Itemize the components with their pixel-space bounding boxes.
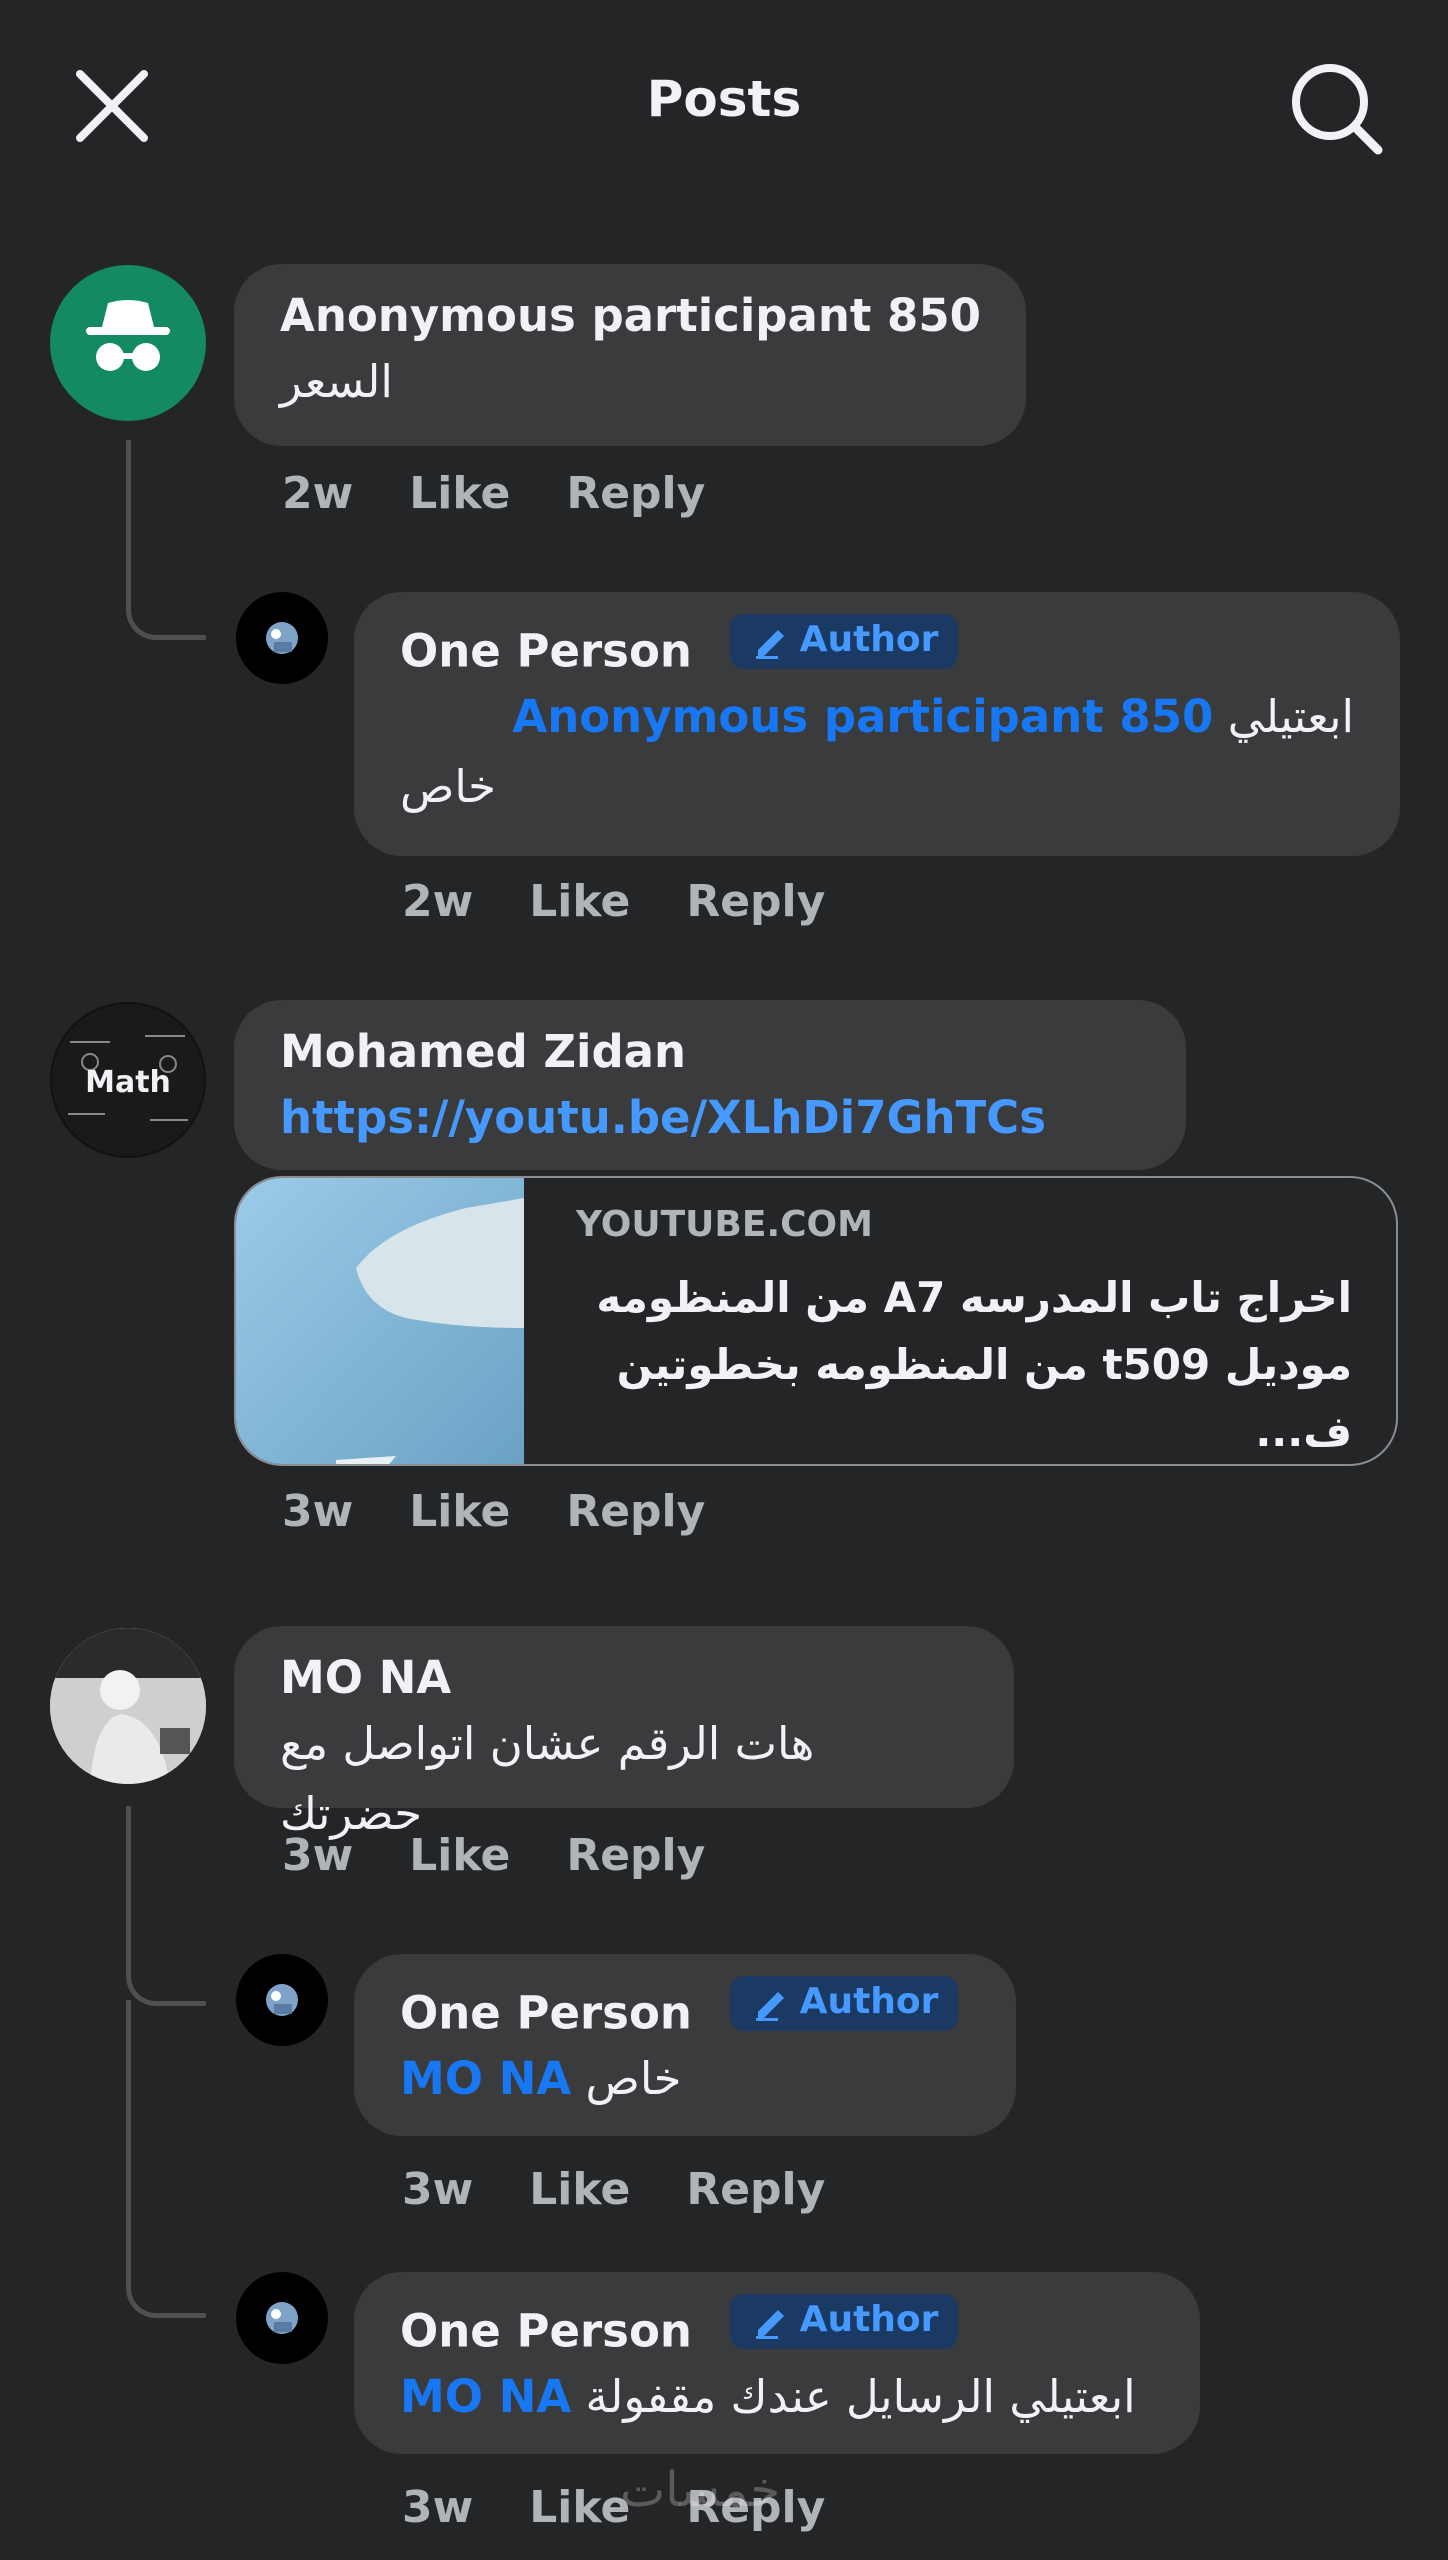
like-button[interactable]: Like bbox=[409, 1830, 510, 1881]
avatar-image bbox=[50, 1628, 206, 1784]
link-preview-title-line: اخراج تاب المدرسه A7 من المنظومه bbox=[596, 1273, 1352, 1322]
like-button[interactable]: Like bbox=[529, 2482, 630, 2533]
search-button[interactable] bbox=[1286, 58, 1386, 158]
reply-button[interactable]: Reply bbox=[686, 2164, 825, 2215]
thread-line bbox=[126, 440, 206, 640]
avatar[interactable] bbox=[236, 1954, 328, 2046]
comment-author[interactable]: Anonymous participant 850 bbox=[280, 286, 981, 347]
link-preview-title: اخراج تاب المدرسه A7 من المنظومه موديل t… bbox=[556, 1264, 1352, 1464]
link-preview-thumbnail bbox=[236, 1178, 524, 1464]
watermark: خمسات bbox=[620, 2462, 781, 2518]
pencil-icon bbox=[755, 2310, 784, 2340]
author-badge: Author bbox=[729, 614, 959, 669]
comment-text-line: ابعتيلي bbox=[1227, 690, 1354, 744]
comment-bubble: MO NA هات الرقم عشان اتواصل مع حضرتك bbox=[234, 1626, 1014, 1840]
timestamp[interactable]: 2w bbox=[282, 468, 353, 519]
pencil-icon bbox=[755, 630, 784, 660]
comment-actions: 2w Like Reply bbox=[402, 876, 825, 927]
author-badge-label: Author bbox=[799, 1981, 939, 2022]
comment-text: ابعتيلي Anonymous participant 850 bbox=[400, 682, 1354, 752]
pencil-icon bbox=[755, 1992, 784, 2022]
thread-line bbox=[126, 1806, 206, 2006]
posts-page: Posts Anonymous participant 850 السعر 2w… bbox=[0, 0, 1448, 2560]
avatar[interactable] bbox=[236, 592, 328, 684]
mention-link[interactable]: MO NA bbox=[400, 2370, 571, 2423]
comment-author[interactable]: MO NA bbox=[280, 1648, 968, 1709]
comment-author[interactable]: One Person bbox=[400, 1986, 692, 2039]
link-preview-title-line: موديل t509 من المنظومه بخطوتين ف... bbox=[616, 1340, 1352, 1457]
avatar[interactable]: Math bbox=[50, 1002, 206, 1158]
comment-text: هات الرقم عشان اتواصل مع حضرتك bbox=[280, 1716, 815, 1840]
comment-author[interactable]: One Person bbox=[400, 624, 692, 677]
comment-author[interactable]: One Person bbox=[400, 2304, 692, 2357]
reply-button[interactable]: Reply bbox=[566, 1486, 705, 1537]
comment-bubble: One Person Author ابعتيلي Anonymous part… bbox=[354, 592, 1400, 856]
comment-actions: 3w Like Reply bbox=[282, 1830, 705, 1881]
comment-text: MO NA ابعتيلي الرسايل عندك مقفولة bbox=[400, 2362, 1154, 2432]
timestamp[interactable]: 3w bbox=[282, 1486, 353, 1537]
comment-actions: 3w Like Reply bbox=[282, 1486, 705, 1537]
reply-button[interactable]: Reply bbox=[566, 468, 705, 519]
incognito-icon bbox=[86, 300, 170, 371]
comment-text-line: خاص bbox=[400, 759, 496, 813]
like-button[interactable]: Like bbox=[409, 468, 510, 519]
like-button[interactable]: Like bbox=[529, 876, 630, 927]
avatar-image bbox=[266, 2302, 298, 2334]
like-button[interactable]: Like bbox=[529, 2164, 630, 2215]
author-badge-label: Author bbox=[799, 2299, 939, 2340]
avatar[interactable] bbox=[50, 1628, 206, 1784]
timestamp[interactable]: 3w bbox=[402, 2164, 473, 2215]
comment-author[interactable]: Mohamed Zidan bbox=[280, 1022, 1140, 1083]
avatar-image bbox=[266, 622, 298, 654]
link-preview-card[interactable]: YOUTUBE.COM اخراج تاب المدرسه A7 من المن… bbox=[234, 1176, 1398, 1466]
timestamp[interactable]: 2w bbox=[402, 876, 473, 927]
comment-bubble: One Person Author MO NA ابعتيلي الرسايل … bbox=[354, 2272, 1200, 2454]
comment-text: MO NA خاص bbox=[400, 2044, 970, 2114]
like-button[interactable]: Like bbox=[409, 1486, 510, 1537]
top-bar: Posts bbox=[0, 0, 1448, 210]
author-badge: Author bbox=[729, 2294, 959, 2349]
author-badge-label: Author bbox=[799, 619, 939, 660]
avatar-label: Math bbox=[85, 1065, 171, 1100]
comment-bubble: One Person Author MO NA خاص bbox=[354, 1954, 1016, 2136]
avatar[interactable] bbox=[50, 265, 206, 421]
comment-text-line: خاص bbox=[585, 2052, 682, 2106]
thread-line bbox=[126, 2000, 206, 2318]
avatar-image: Math bbox=[52, 1004, 204, 1156]
search-icon bbox=[1292, 64, 1383, 155]
mention-link[interactable]: Anonymous participant 850 bbox=[512, 690, 1213, 743]
comment-text-line: ابعتيلي الرسايل عندك مقفولة bbox=[585, 2370, 1136, 2424]
comment-actions: 3w Like Reply bbox=[402, 2164, 825, 2215]
avatar[interactable] bbox=[236, 2272, 328, 2364]
reply-button[interactable]: Reply bbox=[566, 1830, 705, 1881]
mention-link[interactable]: MO NA bbox=[400, 2052, 571, 2105]
timestamp[interactable]: 3w bbox=[282, 1830, 353, 1881]
author-badge: Author bbox=[729, 1976, 959, 2031]
comment-bubble: Anonymous participant 850 السعر bbox=[234, 264, 1026, 446]
avatar-image bbox=[266, 1984, 298, 2016]
comment-text: السعر bbox=[280, 354, 393, 408]
comment-link[interactable]: https://youtu.be/XLhDi7GhTCs bbox=[280, 1083, 1140, 1153]
link-preview-domain: YOUTUBE.COM bbox=[576, 1204, 873, 1245]
comment-bubble: Mohamed Zidan https://youtu.be/XLhDi7GhT… bbox=[234, 1000, 1186, 1170]
timestamp[interactable]: 3w bbox=[402, 2482, 473, 2533]
page-title: Posts bbox=[646, 70, 802, 128]
comment-actions: 2w Like Reply bbox=[282, 468, 705, 519]
reply-button[interactable]: Reply bbox=[686, 876, 825, 927]
